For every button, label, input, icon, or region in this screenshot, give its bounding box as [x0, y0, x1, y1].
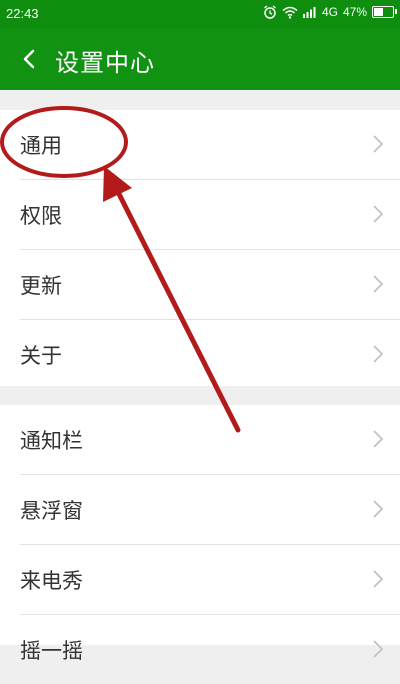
- settings-item-permissions[interactable]: 权限: [20, 180, 400, 250]
- settings-item-label: 关于: [20, 343, 62, 368]
- chevron-right-icon: [373, 205, 384, 223]
- settings-item-label: 来电秀: [20, 568, 83, 593]
- settings-item-label: 摇一摇: [20, 638, 83, 663]
- battery-percent: 47%: [342, 5, 367, 19]
- chevron-right-icon: [373, 640, 384, 658]
- wifi-icon: [282, 6, 298, 19]
- settings-item-general[interactable]: 通用: [20, 110, 400, 180]
- settings-group-1: 通用 权限 更新 关于: [0, 110, 400, 386]
- chevron-left-icon: [23, 49, 35, 69]
- chevron-right-icon: [373, 275, 384, 293]
- status-bar: 22:43 4G 47%: [0, 0, 400, 28]
- settings-item-about[interactable]: 关于: [20, 320, 400, 389]
- back-button[interactable]: [12, 41, 48, 77]
- settings-group-2: 通知栏 悬浮窗 来电秀 摇一摇: [0, 405, 400, 663]
- chevron-right-icon: [373, 570, 384, 588]
- settings-item-update[interactable]: 更新: [20, 250, 400, 320]
- chevron-right-icon: [373, 345, 384, 363]
- settings-item-label: 通用: [20, 133, 62, 158]
- settings-item-notification-bar[interactable]: 通知栏: [20, 405, 400, 475]
- battery-fill: [374, 8, 384, 16]
- settings-item-label: 更新: [20, 273, 62, 298]
- settings-item-caller-show[interactable]: 来电秀: [20, 545, 400, 615]
- signal-icon: [302, 7, 316, 18]
- settings-item-label: 权限: [20, 203, 62, 228]
- settings-item-shake[interactable]: 摇一摇: [20, 615, 400, 684]
- alarm-icon: [264, 5, 276, 19]
- chevron-right-icon: [373, 135, 384, 153]
- chevron-right-icon: [373, 500, 384, 518]
- status-time: 22:43: [6, 6, 39, 21]
- settings-item-label: 悬浮窗: [20, 498, 83, 523]
- settings-item-floating-window[interactable]: 悬浮窗: [20, 475, 400, 545]
- settings-item-label: 通知栏: [20, 428, 83, 453]
- status-icons: 4G 47%: [263, 5, 397, 19]
- chevron-right-icon: [373, 430, 384, 448]
- title-bar: 设置中心: [0, 28, 400, 90]
- battery-icon: [372, 6, 397, 18]
- network-type: 4G: [321, 5, 338, 19]
- page-title: 设置中心: [55, 49, 155, 77]
